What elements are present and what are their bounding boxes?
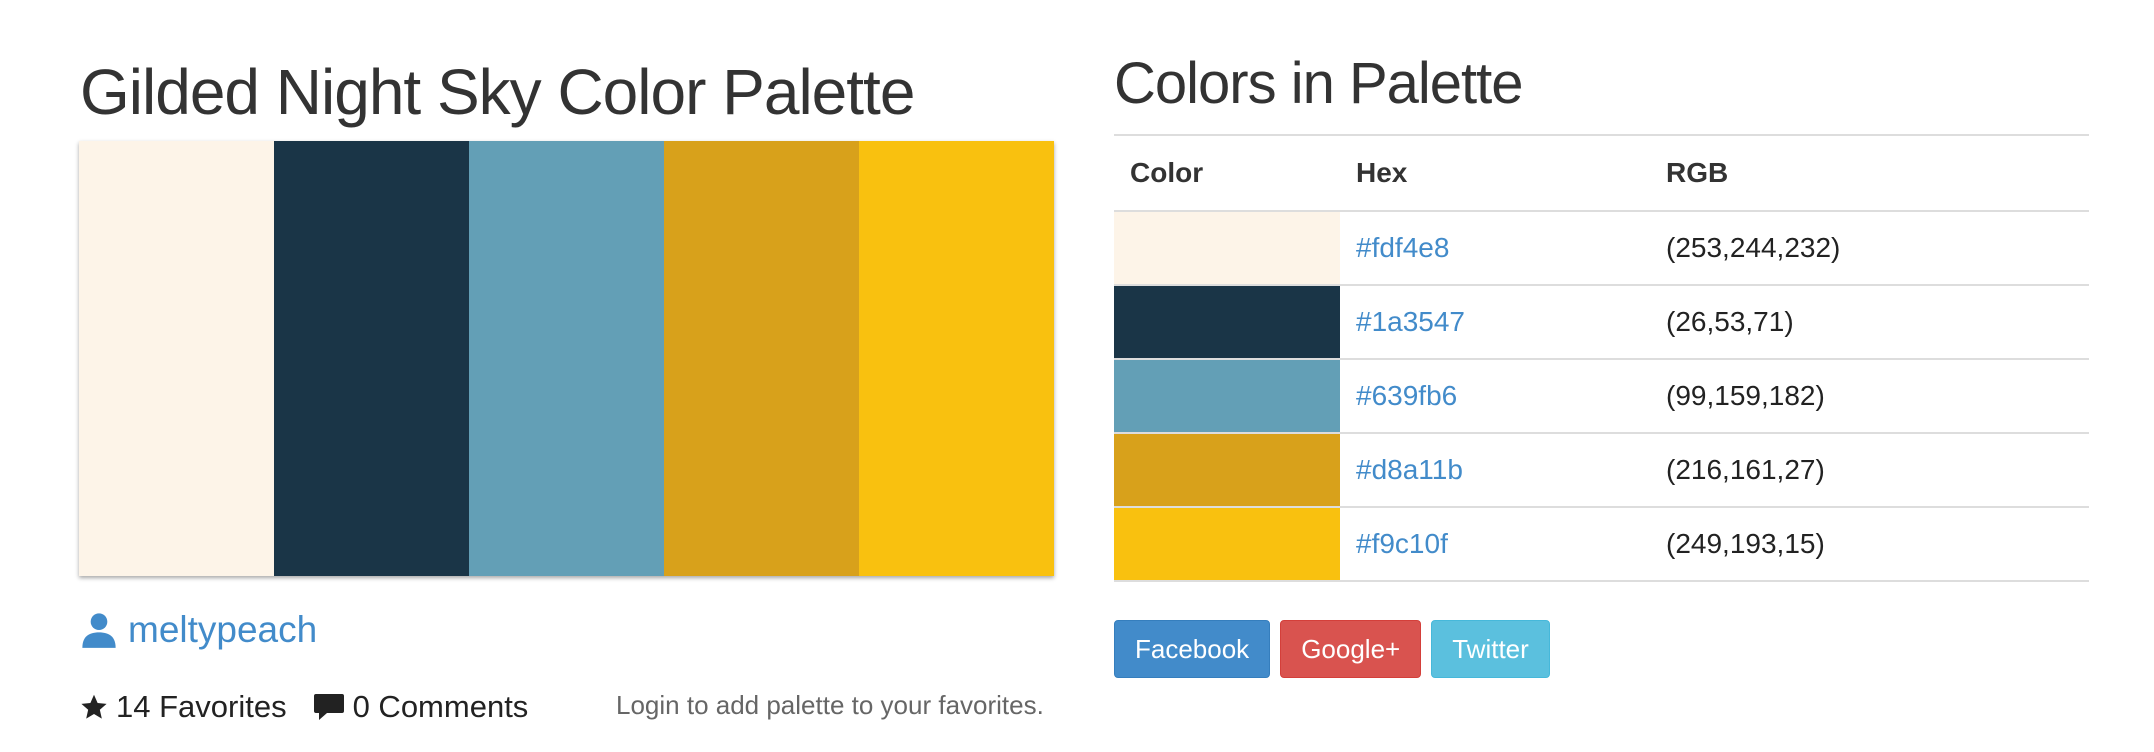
comments-stat: 0 Comments (313, 689, 529, 725)
hex-link[interactable]: #639fb6 (1356, 380, 1457, 411)
color-swatch (1114, 359, 1340, 434)
table-row: #d8a11b (216,161,27) (1114, 433, 2089, 508)
palette-preview (79, 141, 1054, 576)
column-header-hex: Hex (1340, 135, 1650, 212)
column-header-rgb: RGB (1650, 135, 2089, 212)
login-note: Login to add palette to your favorites. (616, 690, 1044, 720)
palette-stats: 14 Favorites 0 Comments (80, 686, 528, 728)
palette-swatch (79, 141, 274, 576)
hex-link[interactable]: #d8a11b (1356, 454, 1463, 485)
color-swatch (1114, 507, 1340, 582)
author-name: meltypeach (128, 609, 318, 650)
star-icon (81, 694, 107, 719)
hex-link[interactable]: #f9c10f (1356, 528, 1448, 559)
table-header-row: Color Hex RGB (1114, 135, 2089, 212)
share-buttons: Facebook Google+ Twitter (1114, 620, 1560, 678)
hex-link[interactable]: #fdf4e8 (1356, 232, 1449, 263)
color-swatch (1114, 285, 1340, 360)
table-row: #fdf4e8 (253,244,232) (1114, 211, 2089, 286)
page-title: Gilded Night Sky Color Palette (80, 56, 915, 128)
table-row: #f9c10f (249,193,15) (1114, 507, 2089, 582)
colors-table: Color Hex RGB #fdf4e8 (253,244,232) #1a3… (1114, 134, 2089, 582)
palette-swatch (469, 141, 664, 576)
favorites-count: 14 Favorites (116, 689, 287, 724)
rgb-value: (26,53,71) (1650, 285, 2089, 360)
color-swatch (1114, 211, 1340, 286)
comments-count: 0 Comments (352, 689, 529, 724)
hex-link[interactable]: #1a3547 (1356, 306, 1465, 337)
author-link[interactable]: meltypeach (80, 606, 317, 654)
rgb-value: (99,159,182) (1650, 359, 2089, 434)
comment-icon (313, 694, 344, 720)
rgb-value: (253,244,232) (1650, 211, 2089, 286)
facebook-share-button[interactable]: Facebook (1114, 620, 1271, 678)
table-row: #1a3547 (26,53,71) (1114, 285, 2089, 360)
user-icon (82, 613, 116, 648)
palette-swatch (274, 141, 469, 576)
table-row: #639fb6 (99,159,182) (1114, 359, 2089, 434)
rgb-value: (216,161,27) (1650, 433, 2089, 508)
palette-swatch (664, 141, 859, 576)
color-swatch (1114, 433, 1340, 508)
favorites-stat: 14 Favorites (80, 689, 287, 725)
colors-section-title: Colors in Palette (1114, 51, 1524, 116)
palette-swatch (859, 141, 1054, 576)
column-header-color: Color (1114, 135, 1340, 212)
twitter-share-button[interactable]: Twitter (1431, 620, 1550, 678)
rgb-value: (249,193,15) (1650, 507, 2089, 582)
google-plus-share-button[interactable]: Google+ (1280, 620, 1422, 678)
